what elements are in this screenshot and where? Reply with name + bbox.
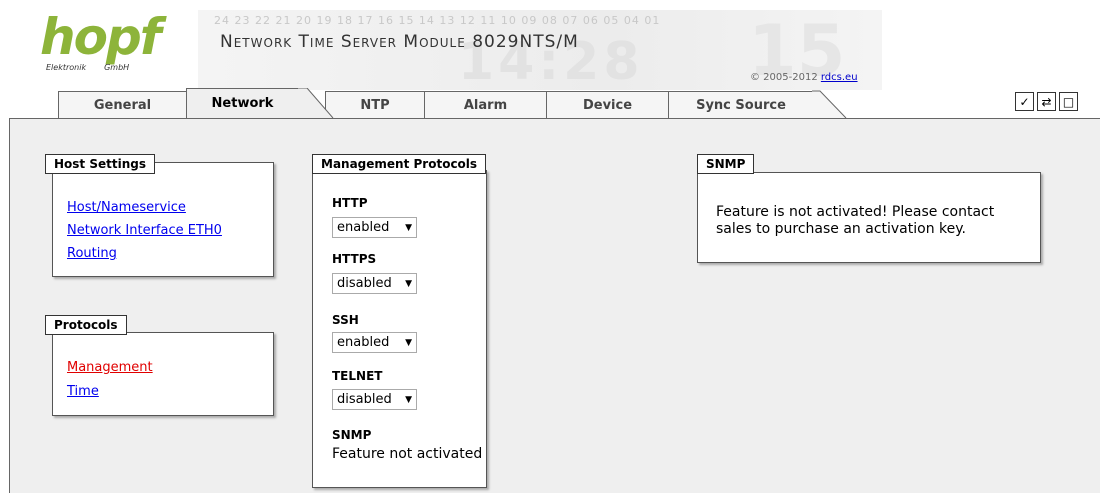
chevron-down-icon: ▼ [405,222,412,233]
tab-ntp-label: NTP [360,97,390,113]
module-title: Network Time Server Module 8029NTS/M [220,32,579,52]
tab-sync-source[interactable]: Sync Source [668,91,813,118]
ssh-select-value: enabled [337,335,390,350]
logo-subtitle-right: GmbH [104,63,130,72]
https-label: HTTPS [332,252,377,266]
header-background-digits: 24 23 22 21 20 19 18 17 16 15 14 13 12 1… [214,14,661,27]
telnet-select-value: disabled [337,392,392,407]
logo-subtitle: Elektronik GmbH [46,63,129,72]
http-select[interactable]: enabled ▼ [332,217,417,238]
link-management[interactable]: Management [67,360,153,375]
copyright-text: © 2005-2012 [750,72,821,83]
apply-icon[interactable]: ✓ [1015,92,1034,111]
tab-general[interactable]: General [58,91,187,118]
snmp-message-line1: Feature is not activated! Please contact [716,204,995,220]
tab-device[interactable]: Device [546,91,669,118]
tab-network-label: Network [211,96,274,111]
host-settings-title: Host Settings [45,154,155,174]
tab-bar: General Network NTP Alarm Device Sync So… [0,88,1100,118]
hopf-logo: hopf Elektronik GmbH [40,8,161,73]
chevron-down-icon: ▼ [405,337,412,348]
https-select[interactable]: disabled ▼ [332,273,417,294]
http-label: HTTP [332,196,368,210]
link-time[interactable]: Time [67,384,99,399]
tab-network[interactable]: Network [186,88,298,118]
tab-network-slant [297,88,334,118]
link-network-interface-eth0[interactable]: Network Interface ETH0 [67,223,222,238]
tab-alarm[interactable]: Alarm [424,91,547,118]
chevron-down-icon: ▼ [405,278,412,289]
telnet-label: TELNET [332,369,383,383]
ssh-select[interactable]: enabled ▼ [332,332,417,353]
link-routing[interactable]: Routing [67,246,117,261]
tab-general-label: General [93,97,152,113]
tab-sync-source-slant [812,90,847,118]
protocols-title: Protocols [45,315,127,335]
tab-alarm-label: Alarm [463,97,508,113]
page-header: 24 23 22 21 20 19 18 17 16 15 14 13 12 1… [28,8,882,92]
tab-device-label: Device [582,97,633,113]
reload-icon[interactable]: ⇄ [1037,92,1056,111]
snmp-message-line2: sales to purchase an activation key. [716,221,966,237]
chevron-down-icon: ▼ [405,394,412,405]
management-protocols-title: Management Protocols [312,154,487,174]
logo-subtitle-left: Elektronik [46,63,87,72]
save-icon[interactable]: □ [1059,92,1078,111]
snmp-panel-title: SNMP [697,154,755,174]
tab-sync-source-label: Sync Source [696,97,786,113]
http-select-value: enabled [337,220,390,235]
snmp-status-text: Feature not activated [332,446,483,462]
snmp-field-label: SNMP [332,428,372,442]
https-select-value: disabled [337,276,392,291]
telnet-select[interactable]: disabled ▼ [332,389,417,410]
tab-ntp[interactable]: NTP [325,91,425,118]
ssh-label: SSH [332,313,359,327]
logo-wordmark: hopf [40,8,161,66]
copyright: © 2005-2012 rdcs.eu [750,72,858,83]
copyright-link[interactable]: rdcs.eu [821,72,858,83]
link-host-nameservice[interactable]: Host/Nameservice [67,200,186,215]
